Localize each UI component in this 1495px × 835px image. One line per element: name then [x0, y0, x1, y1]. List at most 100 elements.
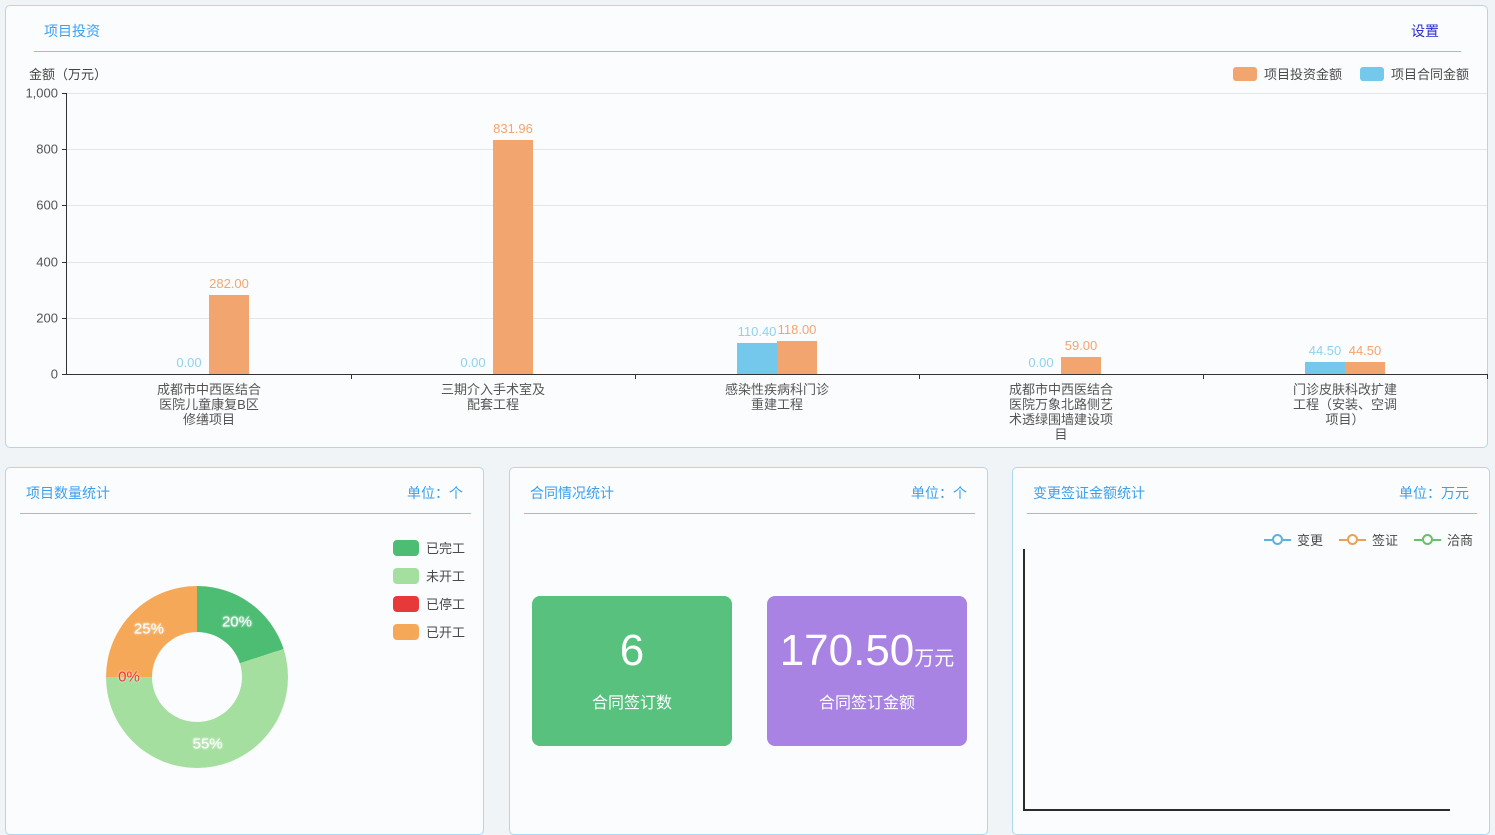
- bar-value-label: 0.00: [460, 355, 485, 370]
- x-axis-category-label: 成都市中西医结合医院万象北路侧艺术透绿围墙建设项目: [1005, 382, 1117, 442]
- panel-header: 合同情况统计 单位：个: [510, 468, 987, 503]
- legend-item-已停工[interactable]: 已停工: [393, 594, 465, 613]
- bar-value-label: 282.00: [209, 276, 249, 291]
- legend-circle-icon: [1347, 534, 1358, 545]
- contract-count-label: 合同签订数: [592, 689, 672, 713]
- bar-value-label: 110.40: [738, 324, 777, 339]
- y-axis-title: 金额（万元）: [29, 64, 107, 83]
- y-axis-tick: [62, 374, 67, 375]
- header-divider: [20, 513, 471, 514]
- legend-item-项目投资金额[interactable]: 项目投资金额: [1233, 64, 1342, 83]
- legend-line: [1414, 539, 1422, 541]
- gridline: [67, 93, 1487, 94]
- legend-item-洽商[interactable]: 洽商: [1414, 530, 1473, 549]
- bar-项目投资金额[interactable]: [1345, 362, 1385, 375]
- bar-value-label: 0.00: [1028, 355, 1053, 370]
- change-visa-line-chart: [1023, 549, 1450, 811]
- bar-value-label: 831.96: [493, 121, 533, 136]
- bar-value-label: 118.00: [778, 322, 817, 337]
- bar-value-label: 59.00: [1065, 338, 1098, 353]
- line-chart-legend: 变更 签证 洽商: [1264, 530, 1473, 549]
- legend-swatch: [393, 568, 419, 584]
- x-axis-tick: [919, 374, 920, 379]
- header-divider: [524, 513, 975, 514]
- y-axis-label: 200: [36, 310, 58, 325]
- investment-bar-chart: 1,00080060040020000.00282.00成都市中西医结合医院儿童…: [66, 93, 1487, 375]
- legend-swatch: [1360, 67, 1384, 81]
- x-axis-category-label: 门诊皮肤科改扩建工程（安装、空调项目）: [1289, 382, 1401, 427]
- bar-项目投资金额[interactable]: [777, 341, 817, 374]
- bar-项目合同金额[interactable]: [1305, 362, 1345, 375]
- legend-label: 项目投资金额: [1264, 64, 1342, 83]
- legend-item-未开工[interactable]: 未开工: [393, 566, 465, 585]
- legend-line: [1433, 539, 1441, 541]
- legend-label: 已开工: [426, 622, 465, 641]
- bar-value-label: 0.00: [176, 355, 201, 370]
- y-axis-tick: [62, 149, 67, 150]
- x-axis-category-label: 成都市中西医结合医院儿童康复B区修缮项目: [153, 382, 265, 427]
- x-axis-tick: [1487, 374, 1488, 379]
- y-axis-label: 800: [36, 142, 58, 157]
- y-axis-tick: [62, 318, 67, 319]
- donut-slice-label-已停工: 0%: [118, 669, 140, 686]
- x-axis-tick: [1203, 374, 1204, 379]
- chart-top-row: 金额（万元） 项目投资金额项目合同金额: [6, 52, 1487, 83]
- project-count-panel: 项目数量统计 单位：个 已完工未开工已停工已开工 20%55%0%25%: [5, 467, 484, 835]
- legend-item-已完工[interactable]: 已完工: [393, 538, 465, 557]
- panel-unit-contract: 单位：个: [911, 483, 967, 503]
- x-axis-category-label: 感染性疾病科门诊重建工程: [721, 382, 833, 412]
- settings-link[interactable]: 设置: [1411, 21, 1439, 41]
- y-axis-tick: [62, 93, 67, 94]
- legend-line: [1358, 539, 1366, 541]
- legend-line: [1339, 539, 1347, 541]
- legend-label: 已停工: [426, 594, 465, 613]
- y-axis-tick: [62, 262, 67, 263]
- legend-label: 洽商: [1447, 530, 1473, 549]
- contract-amount-card: 170.50 万元 合同签订金额: [767, 596, 967, 746]
- gridline: [67, 205, 1487, 206]
- panel-title-change: 变更签证金额统计: [1033, 483, 1145, 503]
- x-axis-tick: [635, 374, 636, 379]
- panel-title-count: 项目数量统计: [26, 483, 110, 503]
- cards-row: 6 合同签订数 170.50 万元 合同签订金额: [532, 596, 967, 746]
- panel-header: 变更签证金额统计 单位：万元: [1013, 468, 1489, 503]
- panel-title-investment: 项目投资: [44, 21, 100, 41]
- y-axis-label: 400: [36, 254, 58, 269]
- legend-item-已开工[interactable]: 已开工: [393, 622, 465, 641]
- bar-value-label: 44.50: [1309, 343, 1342, 358]
- change-visa-panel: 变更签证金额统计 单位：万元 变更 签证 洽商: [1012, 467, 1490, 835]
- project-count-donut-chart[interactable]: 20%55%0%25%: [106, 586, 288, 768]
- bar-项目投资金额[interactable]: [493, 140, 533, 374]
- donut-slice-label-已开工: 25%: [134, 620, 164, 637]
- legend-item-签证[interactable]: 签证: [1339, 530, 1398, 549]
- y-axis-label: 0: [51, 367, 58, 382]
- x-axis-category-label: 三期介入手术室及配套工程: [437, 382, 549, 412]
- legend-circle-icon: [1272, 534, 1283, 545]
- legend-item-项目合同金额[interactable]: 项目合同金额: [1360, 64, 1469, 83]
- legend-label: 已完工: [426, 538, 465, 557]
- legend-item-变更[interactable]: 变更: [1264, 530, 1323, 549]
- panel-unit-count: 单位：个: [407, 483, 463, 503]
- legend-swatch: [393, 624, 419, 640]
- bar-value-label: 44.50: [1349, 343, 1382, 358]
- panel-unit-change: 单位：万元: [1399, 483, 1469, 503]
- contract-amount-value: 170.50: [780, 629, 915, 673]
- contract-count-value: 6: [620, 629, 644, 673]
- legend-swatch: [393, 540, 419, 556]
- y-axis-label: 600: [36, 198, 58, 213]
- legend-line: [1283, 539, 1291, 541]
- card-value-row: 170.50 万元: [780, 629, 955, 673]
- legend-label: 签证: [1372, 530, 1398, 549]
- bar-项目合同金额[interactable]: [737, 343, 777, 374]
- panel-header: 项目数量统计 单位：个: [6, 468, 483, 503]
- contract-amount-suffix: 万元: [914, 642, 954, 671]
- legend-swatch: [393, 596, 419, 612]
- legend-label: 未开工: [426, 566, 465, 585]
- legend-line: [1264, 539, 1272, 541]
- bar-chart-legend: 项目投资金额项目合同金额: [1233, 64, 1469, 83]
- project-investment-panel: 项目投资 设置 金额（万元） 项目投资金额项目合同金额 1,0008006004…: [5, 5, 1488, 448]
- bar-项目投资金额[interactable]: [1061, 357, 1101, 374]
- donut-slice-label-已完工: 20%: [222, 613, 252, 630]
- contract-count-card: 6 合同签订数: [532, 596, 732, 746]
- bar-项目投资金额[interactable]: [209, 295, 249, 374]
